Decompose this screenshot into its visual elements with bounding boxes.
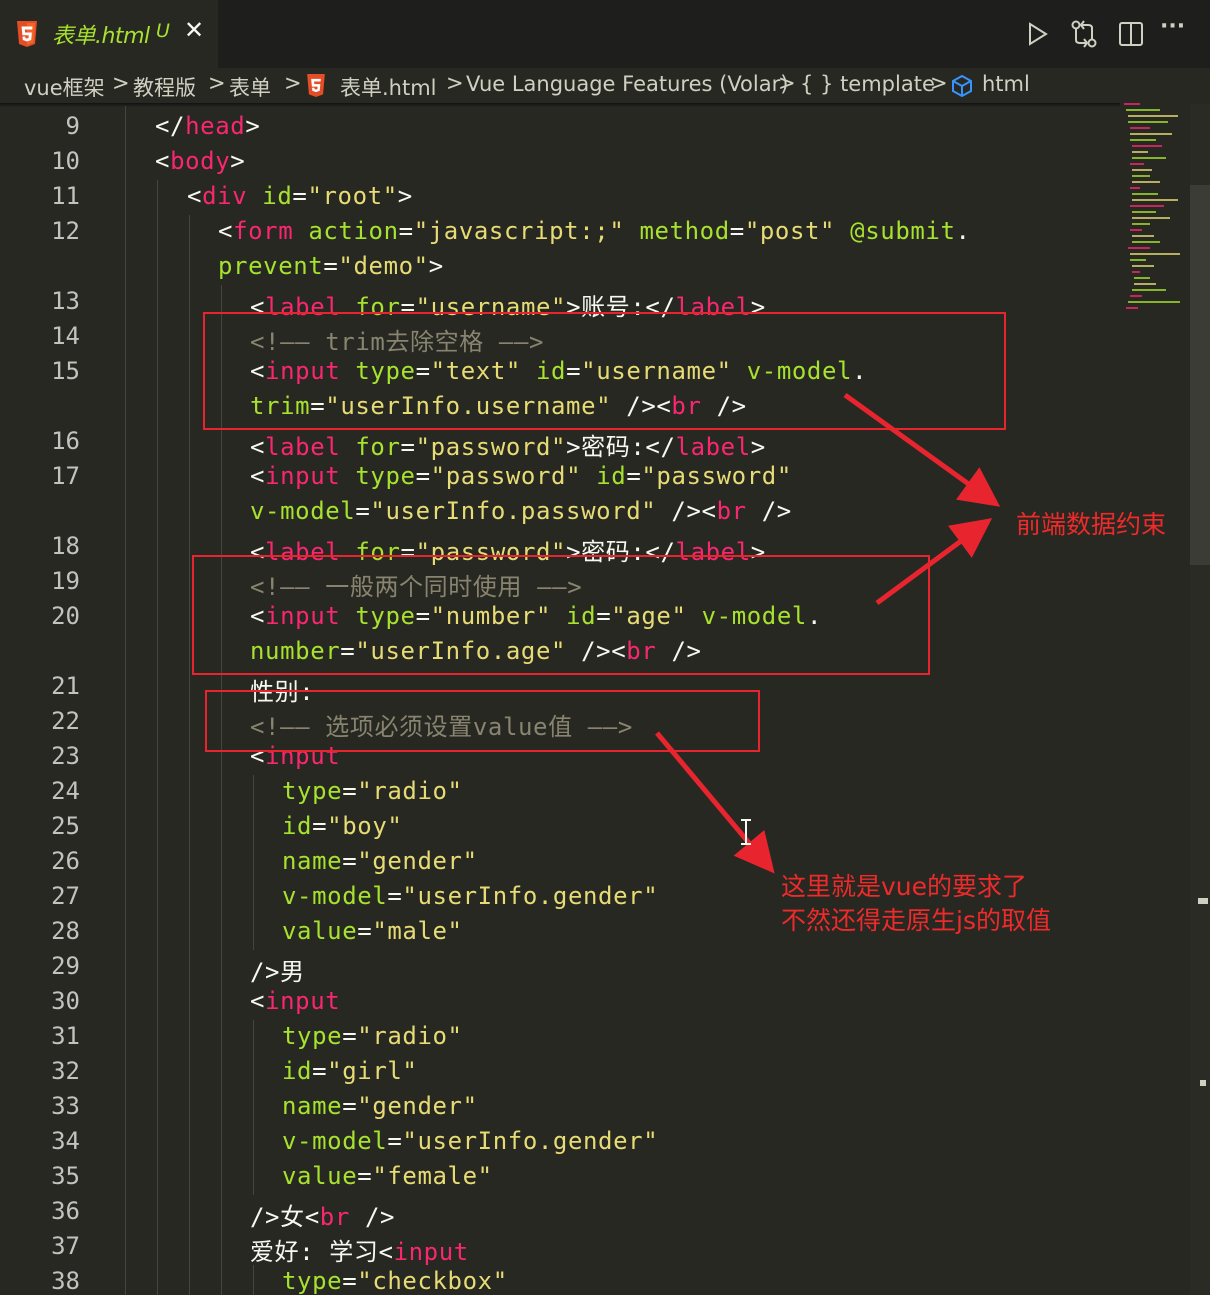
code-line: id="boy" [282, 812, 403, 840]
code-line: value="male" [282, 917, 463, 945]
line-number: 32 [51, 1057, 80, 1085]
code-line: v-model="userInfo.password" /><br /> [250, 497, 792, 525]
breadcrumb-item-folder[interactable]: 表单 [229, 72, 271, 102]
breadcrumb-separator: > [930, 71, 948, 95]
code-line: id="girl" [282, 1057, 418, 1085]
scrollbar-marker [1200, 1080, 1206, 1086]
breadcrumb-item-folder[interactable]: 教程版 [133, 72, 196, 102]
scrollbar-marker [1198, 898, 1208, 904]
indent-guide [221, 285, 222, 1295]
line-number: 20 [51, 602, 80, 630]
line-number: 34 [51, 1127, 80, 1155]
code-line: prevent="demo"> [218, 252, 444, 280]
line-number: 30 [51, 987, 80, 1015]
line-number: 22 [51, 707, 80, 735]
line-number: 33 [51, 1092, 80, 1120]
annotation-note: 这里就是vue的要求了 [781, 872, 1028, 901]
line-number: 17 [51, 462, 80, 490]
text-cursor-icon [741, 819, 751, 845]
code-line: <body> [155, 147, 246, 175]
annotation-note: 前端数据约束 [1016, 510, 1167, 539]
minimap[interactable] [1120, 100, 1190, 320]
code-line: 爱好: 学习<input [250, 1238, 469, 1266]
breadcrumb-separator: > [112, 71, 130, 95]
line-number: 19 [51, 567, 80, 595]
tab-active-file[interactable]: 表单.html U ✕ [0, 0, 218, 68]
code-line-partial [390, 92, 690, 106]
breadcrumb-item-template[interactable]: { } template [800, 72, 935, 96]
line-number: 14 [51, 322, 80, 350]
tab-bar: 表单.html U ✕ ··· [0, 0, 1210, 68]
cube-icon [952, 74, 972, 98]
line-number: 18 [51, 532, 80, 560]
code-line: type="radio" [282, 777, 463, 805]
line-number: 28 [51, 917, 80, 945]
line-number: 9 [65, 112, 80, 140]
breadcrumb-separator: > [208, 71, 226, 95]
annotation-box [192, 555, 930, 675]
tab-filename: 表单.html [52, 24, 150, 49]
play-icon[interactable] [1026, 18, 1050, 50]
html5-icon [17, 21, 37, 47]
indent-guide [253, 1020, 254, 1195]
line-number: 37 [51, 1232, 80, 1260]
html5-icon [307, 74, 325, 97]
indent-guide [253, 1265, 254, 1295]
code-line: name="gender" [282, 847, 478, 875]
line-number: 27 [51, 882, 80, 910]
line-number: 13 [51, 287, 80, 315]
line-number: 16 [51, 427, 80, 455]
code-line: type="checkbox" [282, 1267, 508, 1295]
code-line: v-model="userInfo.gender" [282, 1127, 659, 1155]
line-number: 31 [51, 1022, 80, 1050]
line-number: 11 [51, 182, 80, 210]
code-line: <div id="root"> [187, 182, 413, 210]
line-number: 21 [51, 672, 80, 700]
line-number: 29 [51, 952, 80, 980]
line-number: 15 [51, 357, 80, 385]
indent-guide [157, 180, 158, 1295]
line-number: 25 [51, 812, 80, 840]
breadcrumb-item-element[interactable]: html [982, 72, 1030, 96]
line-number: 26 [51, 847, 80, 875]
code-line: type="radio" [282, 1022, 463, 1050]
breadcrumb-item-folder[interactable]: vue框架 [24, 72, 105, 102]
line-number: 24 [51, 777, 80, 805]
breadcrumb-separator: > [284, 71, 302, 95]
code-line: <input type="password" id="password" [250, 462, 792, 490]
line-number: 35 [51, 1162, 80, 1190]
line-number: 36 [51, 1197, 80, 1225]
code-line: v-model="userInfo.gender" [282, 882, 659, 910]
annotation-box [203, 312, 1006, 430]
code-line: />女<br /> [250, 1203, 396, 1231]
annotation-note: 不然还得走原生js的取值 [781, 906, 1051, 935]
code-line: </head> [155, 112, 261, 140]
scrollbar-thumb[interactable] [1190, 185, 1210, 565]
more-actions-icon[interactable]: ··· [1160, 14, 1185, 46]
split-editor-icon[interactable] [1118, 18, 1144, 50]
line-number: 10 [51, 147, 80, 175]
annotation-box [205, 690, 760, 752]
indent-guide [125, 106, 126, 1295]
code-line: <label for="password">密码:</label> [250, 433, 766, 461]
code-line: value="female" [282, 1162, 493, 1190]
breadcrumb-separator: > [778, 71, 796, 95]
code-line: <input [250, 987, 341, 1015]
git-compare-icon[interactable] [1070, 18, 1098, 50]
tab-untracked-badge: U [156, 20, 170, 42]
code-line: name="gender" [282, 1092, 478, 1120]
line-number: 12 [51, 217, 80, 245]
code-line: />男 [250, 958, 305, 986]
close-icon[interactable]: ✕ [184, 16, 204, 44]
indent-guide [253, 775, 254, 950]
line-number: 38 [51, 1267, 80, 1295]
code-line: <form action="javascript:;" method="post… [218, 217, 971, 245]
indent-guide [189, 215, 190, 1295]
line-number: 23 [51, 742, 80, 770]
